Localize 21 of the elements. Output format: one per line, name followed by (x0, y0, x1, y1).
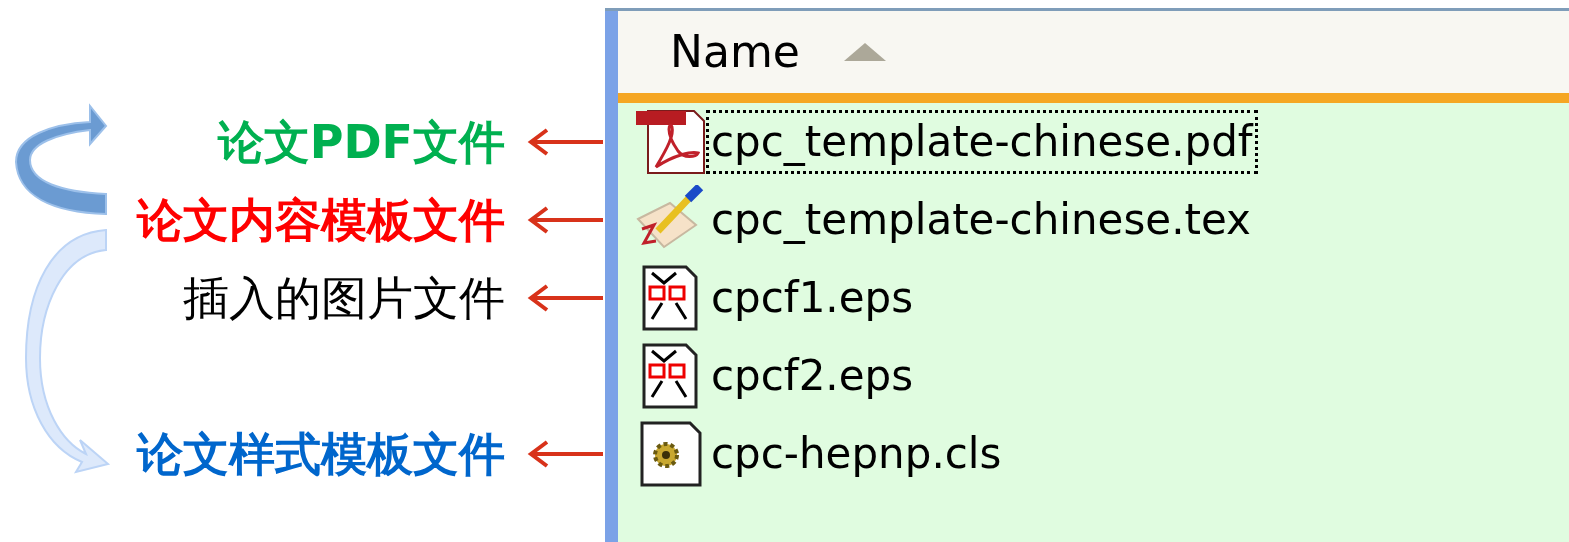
annotation-label: 论文样式模板文件 (137, 431, 505, 477)
file-name: cpc_template-chinese.tex (710, 194, 1252, 246)
arrow-icon (527, 127, 603, 157)
column-header[interactable]: Name (618, 11, 1569, 103)
file-row[interactable]: cpcf2.eps (618, 337, 1569, 415)
file-row[interactable]: cpc_template-chinese.pdf (618, 103, 1569, 181)
file-row[interactable]: cpc-hepnp.cls (618, 415, 1569, 493)
arrow-icon (527, 205, 603, 235)
annotation-label: 插入的图片文件 (183, 275, 505, 321)
annotation-label: 论文内容模板文件 (137, 197, 505, 243)
file-name: cpcf1.eps (710, 272, 915, 324)
arrow-icon (527, 283, 603, 313)
file-name: cpcf2.eps (710, 350, 915, 402)
pdf-file-icon (634, 107, 706, 177)
file-row[interactable]: cpcf1.eps (618, 259, 1569, 337)
annotation-label: 论文PDF文件 (217, 119, 505, 165)
file-row[interactable]: cpc_template-chinese.tex (618, 181, 1569, 259)
arrow-icon (527, 439, 603, 469)
column-title: Name (670, 30, 800, 74)
file-name: cpc-hepnp.cls (710, 428, 1003, 480)
file-name: cpc_template-chinese.pdf (706, 110, 1258, 174)
